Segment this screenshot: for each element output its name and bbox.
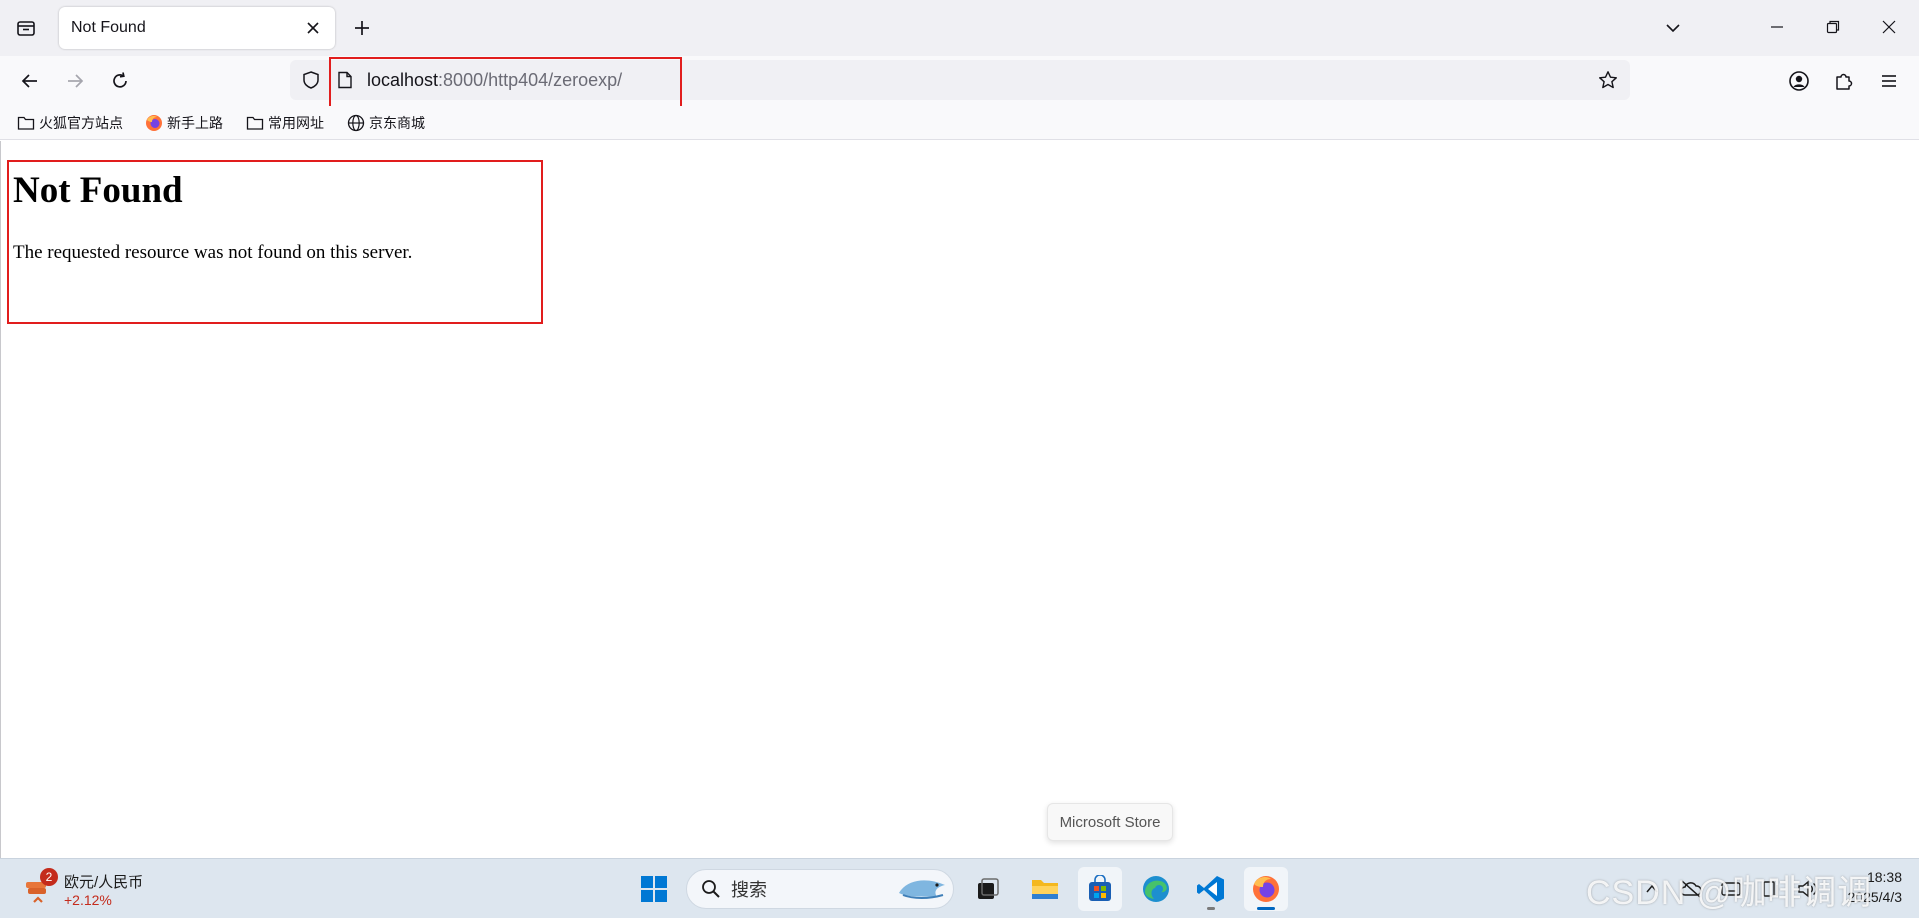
star-icon bbox=[1599, 71, 1617, 89]
bookmark-item-3[interactable]: 京东商城 bbox=[347, 112, 425, 134]
tab-title: Not Found bbox=[71, 19, 146, 36]
app-running-indicator bbox=[1207, 907, 1215, 910]
firefox-icon bbox=[146, 115, 162, 131]
folder-icon bbox=[1032, 880, 1058, 899]
tab-close-button[interactable] bbox=[299, 14, 327, 42]
bookmark-label: 常用网址 bbox=[268, 115, 324, 131]
currency-widget-icon: 2 bbox=[22, 868, 58, 906]
app-menu-button[interactable] bbox=[1872, 64, 1906, 98]
taskbar-tooltip: Microsoft Store bbox=[1047, 803, 1173, 841]
forward-button[interactable] bbox=[58, 64, 92, 98]
widget-change: +2.12% bbox=[64, 891, 112, 908]
close-icon bbox=[1882, 20, 1896, 34]
notification-badge: 2 bbox=[40, 868, 58, 886]
hamburger-menu-icon bbox=[1882, 75, 1896, 87]
windows-start-icon bbox=[641, 876, 667, 902]
account-icon bbox=[1789, 71, 1809, 91]
bookmark-item-0[interactable]: 火狐官方站点 bbox=[17, 112, 123, 134]
task-view-icon bbox=[978, 878, 999, 899]
edge-button[interactable] bbox=[1134, 867, 1178, 911]
navigation-toolbar: localhost:8000/http404/zeroexp/ bbox=[0, 56, 1919, 106]
widget-text: 欧元/人民币 +2.12% bbox=[64, 871, 143, 908]
file-explorer-button[interactable] bbox=[1023, 867, 1067, 911]
search-highlight-icon bbox=[899, 880, 945, 899]
arrow-left-icon bbox=[21, 74, 37, 88]
reload-button[interactable] bbox=[103, 64, 137, 98]
firefox-button[interactable] bbox=[1244, 867, 1288, 911]
bookmark-label: 京东商城 bbox=[369, 115, 425, 131]
weather-widget[interactable]: 2 欧元/人民币 +2.12% bbox=[22, 867, 143, 911]
account-button[interactable] bbox=[1782, 64, 1816, 98]
puzzle-icon bbox=[1836, 73, 1853, 90]
edge-icon bbox=[1143, 876, 1169, 902]
folder-icon bbox=[17, 116, 35, 130]
folder-icon bbox=[246, 116, 264, 130]
extensions-button[interactable] bbox=[1827, 64, 1861, 98]
tab-list-icon bbox=[17, 21, 35, 36]
tab-strip: Not Found bbox=[0, 0, 1919, 56]
task-view-button[interactable] bbox=[966, 867, 1010, 911]
restore-button[interactable] bbox=[1810, 8, 1856, 46]
bookmark-label: 新手上路 bbox=[167, 115, 223, 131]
vscode-icon bbox=[1197, 876, 1224, 902]
chevron-down-icon bbox=[1666, 24, 1680, 33]
vscode-button[interactable] bbox=[1189, 867, 1233, 911]
search-icon bbox=[702, 880, 720, 898]
search-label: 搜索 bbox=[731, 880, 767, 900]
microsoft-store-button[interactable] bbox=[1078, 867, 1122, 911]
minimize-button[interactable] bbox=[1754, 8, 1800, 46]
firefox-icon bbox=[1253, 876, 1279, 902]
bookmarks-toolbar: 火狐官方站点 新手上路 常用网址 京东商城 bbox=[0, 106, 1919, 140]
content-highlight-box bbox=[7, 160, 543, 324]
plus-icon bbox=[355, 21, 369, 35]
url-highlight-box bbox=[329, 57, 682, 109]
taskbar-search[interactable]: 搜索 bbox=[686, 869, 954, 909]
bookmark-star-button[interactable] bbox=[1596, 68, 1620, 92]
back-button[interactable] bbox=[13, 64, 47, 98]
app-active-indicator bbox=[1257, 907, 1275, 910]
arrow-right-icon bbox=[68, 74, 84, 88]
tab-list-button[interactable] bbox=[10, 14, 42, 42]
widget-title: 欧元/人民币 bbox=[64, 873, 144, 891]
tab-not-found[interactable]: Not Found bbox=[59, 7, 335, 49]
csdn-watermark: CSDN @咖啡调调 bbox=[1586, 874, 1873, 912]
shield-icon bbox=[303, 71, 319, 89]
minimize-icon bbox=[1771, 26, 1783, 28]
new-tab-button[interactable] bbox=[347, 13, 377, 43]
reload-icon bbox=[113, 72, 127, 88]
start-button[interactable] bbox=[632, 867, 676, 911]
list-all-tabs-button[interactable] bbox=[1658, 14, 1688, 42]
restore-icon bbox=[1826, 20, 1840, 34]
globe-icon bbox=[347, 114, 365, 132]
tracking-protection-button[interactable] bbox=[300, 69, 322, 91]
close-icon bbox=[307, 22, 319, 34]
bookmark-item-2[interactable]: 常用网址 bbox=[246, 112, 324, 134]
microsoft-store-icon bbox=[1089, 875, 1111, 901]
bookmark-item-1[interactable]: 新手上路 bbox=[145, 112, 223, 134]
close-window-button[interactable] bbox=[1866, 8, 1912, 46]
bookmark-label: 火狐官方站点 bbox=[39, 115, 123, 131]
